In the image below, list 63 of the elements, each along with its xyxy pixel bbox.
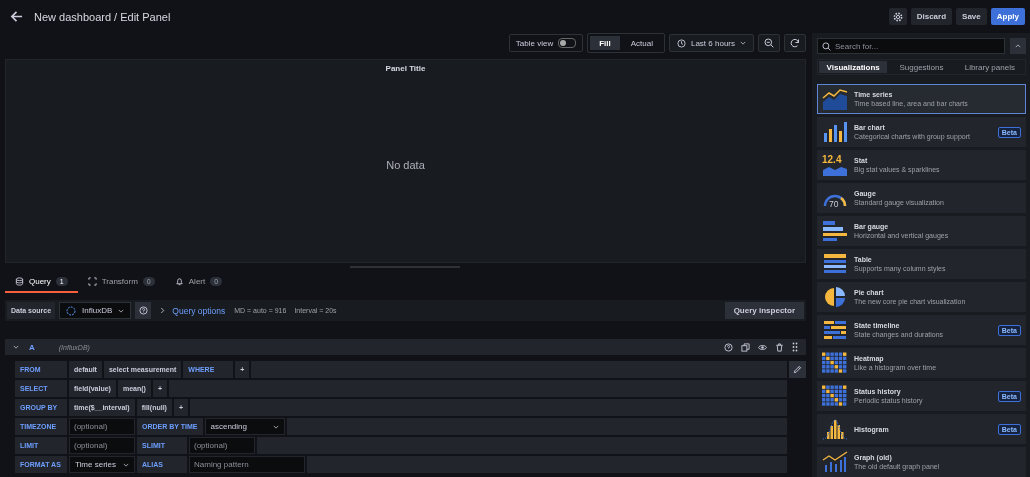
database-icon bbox=[15, 277, 24, 286]
eye-icon[interactable] bbox=[758, 342, 767, 352]
page-title: New dashboard / Edit Panel bbox=[34, 10, 171, 23]
help-icon bbox=[138, 306, 148, 315]
caret-icon bbox=[123, 461, 129, 468]
panel-title: Panel Title bbox=[385, 63, 426, 73]
query-ref-label: A bbox=[29, 342, 35, 352]
query-options-toggle[interactable]: Query options bbox=[155, 305, 231, 316]
settings-button[interactable] bbox=[888, 8, 907, 25]
clock-icon bbox=[676, 38, 686, 48]
search-field[interactable]: Search for... bbox=[817, 38, 1005, 54]
help-button[interactable] bbox=[135, 302, 152, 319]
table-icon bbox=[822, 253, 848, 275]
pie-icon bbox=[822, 286, 848, 308]
caret-icon bbox=[272, 423, 279, 430]
duplicate-icon[interactable] bbox=[741, 342, 750, 352]
chevron-up-icon bbox=[1015, 43, 1021, 49]
chevron-icon bbox=[160, 307, 166, 314]
visualization-tab[interactable]: Visualizations bbox=[819, 61, 888, 73]
input-field[interactable]: Naming pattern bbox=[189, 456, 305, 473]
help-icon[interactable] bbox=[724, 342, 733, 352]
bell-icon bbox=[174, 277, 184, 286]
refresh-button[interactable] bbox=[784, 34, 806, 52]
table-view-toggle[interactable]: Table view bbox=[508, 34, 584, 52]
drag-handle-icon[interactable] bbox=[792, 342, 798, 352]
transform-icon bbox=[87, 277, 97, 286]
time-range-picker[interactable]: Last 6 hours bbox=[668, 34, 754, 52]
zoom-out-icon bbox=[764, 38, 774, 48]
statetimeline-icon bbox=[822, 319, 848, 341]
edit-query-button[interactable] bbox=[789, 361, 806, 378]
input-field[interactable]: (optional) bbox=[189, 437, 255, 454]
resize-handle[interactable] bbox=[350, 266, 460, 268]
histogram-icon bbox=[822, 418, 848, 440]
data-source-picker[interactable]: InfluxDB bbox=[59, 302, 132, 319]
caret-icon bbox=[118, 307, 125, 314]
datasource-icon bbox=[66, 305, 77, 316]
timeseries-icon bbox=[822, 88, 848, 110]
fill-mode-button[interactable]: Fill bbox=[590, 36, 620, 50]
caret-icon bbox=[740, 40, 746, 46]
trash-icon[interactable] bbox=[775, 342, 784, 352]
settings-icon bbox=[892, 11, 903, 22]
pencil-icon bbox=[793, 365, 802, 374]
zoom-out-button[interactable] bbox=[758, 34, 780, 52]
back-arrow-icon[interactable] bbox=[10, 10, 23, 23]
visualization-tab[interactable]: Library panels bbox=[955, 61, 1024, 73]
statushistory-icon bbox=[822, 385, 848, 407]
select-dropdown[interactable]: ascending bbox=[204, 418, 285, 435]
header-button[interactable]: Save bbox=[956, 8, 987, 25]
no-data-message: No data bbox=[386, 159, 425, 171]
fill-mode-button[interactable]: Actual bbox=[621, 36, 662, 50]
bargauge-icon bbox=[822, 220, 848, 242]
collapse-caret-icon[interactable] bbox=[13, 344, 19, 350]
bar-icon bbox=[822, 121, 848, 143]
select-dropdown[interactable]: Time series bbox=[69, 456, 135, 473]
graph-icon bbox=[822, 451, 848, 473]
refresh-icon bbox=[790, 38, 800, 48]
heatmap-icon bbox=[822, 352, 848, 374]
apply-button[interactable]: Apply bbox=[990, 8, 1025, 25]
input-field[interactable]: (optional) bbox=[69, 418, 135, 435]
query-inspector-button[interactable]: Query inspector bbox=[724, 302, 804, 319]
visualization-tab[interactable]: Suggestions bbox=[887, 61, 956, 73]
header-button[interactable]: Discard bbox=[910, 8, 953, 25]
input-field[interactable]: (optional) bbox=[69, 437, 135, 454]
